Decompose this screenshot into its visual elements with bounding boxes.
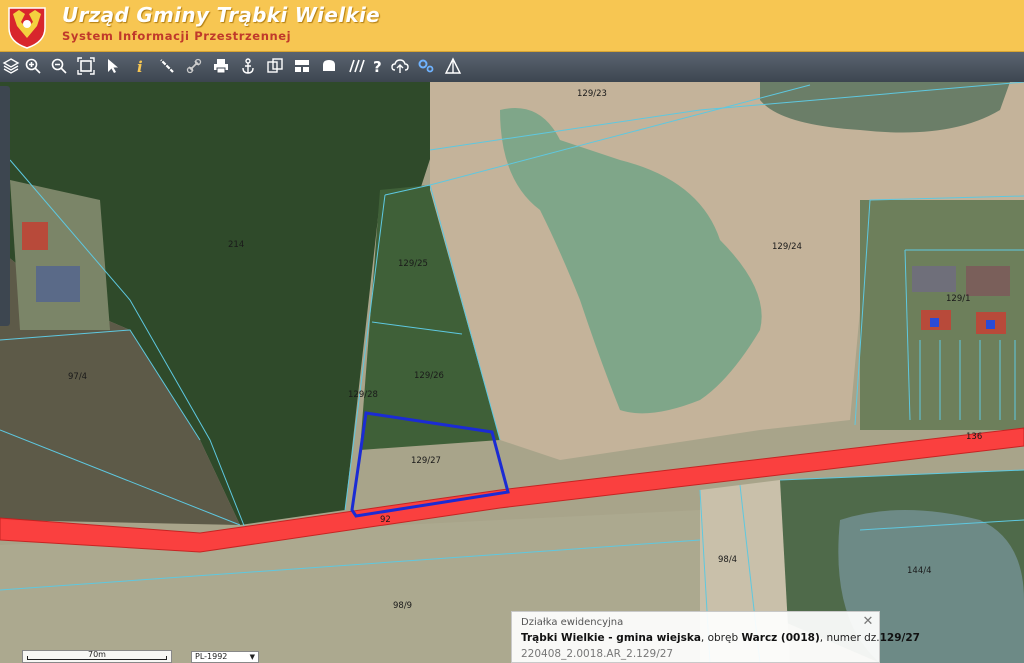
obreb-name: Warcz (0018) (741, 632, 820, 644)
layers-icon[interactable] (0, 55, 22, 77)
coat-of-arms-logo (8, 7, 46, 49)
info-icon[interactable]: i (129, 55, 151, 77)
parcel-label: 129/1 (946, 294, 971, 304)
parcel-label: 129/23 (577, 89, 607, 99)
measure-icon[interactable] (156, 55, 178, 77)
parcel-label: 92 (380, 515, 391, 525)
parcel-label: 129/24 (772, 242, 802, 252)
chevron-down-icon: ▼ (249, 653, 255, 661)
parcel-label: 129/27 (411, 456, 441, 466)
svg-text:?: ? (373, 58, 382, 75)
parcel-info-popup: Działka ewidencyjna ✕ Trąbki Wielkie - g… (511, 611, 920, 663)
zoom-extent-icon[interactable] (75, 55, 97, 77)
map-canvas[interactable]: 129/23 214 129/24 129/25 129/26 129/28 1… (0, 82, 1024, 663)
print-icon[interactable] (210, 55, 232, 77)
red-roof-building (22, 222, 48, 250)
parcel-label: 144/4 (907, 566, 932, 576)
scale-line (27, 656, 167, 660)
grey-roof-building (36, 266, 80, 302)
parcel-label: 97/4 (68, 372, 87, 382)
scale-icon[interactable] (442, 55, 464, 77)
zoom-in-icon[interactable] (22, 55, 44, 77)
parcel-number: 129/27 (879, 632, 920, 644)
upload-icon[interactable] (389, 55, 411, 77)
anchor-icon[interactable] (237, 55, 259, 77)
parcel-label: 129/28 (348, 390, 378, 400)
app-subtitle: System Informacji Przestrzennej (62, 29, 292, 43)
crs-value: PL-1992 (195, 652, 228, 661)
side-panel-handle[interactable] (0, 86, 10, 326)
house-roof (912, 266, 956, 292)
scale-bar: 70m (22, 650, 172, 663)
building-marker (930, 318, 939, 327)
hatch-icon[interactable] (345, 55, 367, 77)
map-toolbar: i ? (0, 52, 1024, 83)
separator: , obręb (700, 632, 742, 644)
zoom-out-icon[interactable] (48, 55, 70, 77)
building-marker (986, 320, 995, 329)
parcel-label: 129/26 (414, 371, 444, 381)
parcel-label: 136 (966, 432, 982, 442)
svg-text:i: i (137, 58, 143, 75)
parcel-label: 98/4 (718, 555, 737, 565)
app-header: Urząd Gminy Trąbki Wielkie System Inform… (0, 0, 1024, 52)
parcel-identifier: 220408_2.0018.AR_2.129/27 (521, 648, 674, 660)
popup-title: Działka ewidencyjna (521, 617, 624, 628)
shape-icon[interactable] (318, 55, 340, 77)
parcel-label: 129/25 (398, 259, 428, 269)
house-roof (966, 266, 1010, 296)
layout-icon[interactable] (291, 55, 313, 77)
parcel-label: 214 (228, 240, 244, 250)
parcel-description: Trąbki Wielkie - gmina wiejska, obręb Wa… (521, 632, 920, 644)
settings-icon[interactable] (415, 55, 437, 77)
copy-icon[interactable] (264, 55, 286, 77)
help-icon[interactable]: ? (367, 55, 389, 77)
pointer-icon[interactable] (102, 55, 124, 77)
close-icon[interactable]: ✕ (861, 615, 875, 629)
separator: , numer dz. (819, 632, 880, 644)
link-icon[interactable] (183, 55, 205, 77)
crs-select[interactable]: PL-1992 ▼ (191, 651, 259, 663)
parcel-label: 98/9 (393, 601, 412, 611)
app-title: Urząd Gminy Trąbki Wielkie (62, 3, 380, 27)
village-area (10, 180, 110, 330)
gmina-name: Trąbki Wielkie - gmina wiejska (521, 632, 701, 644)
map-view[interactable]: 129/23 214 129/24 129/25 129/26 129/28 1… (0, 82, 1024, 663)
